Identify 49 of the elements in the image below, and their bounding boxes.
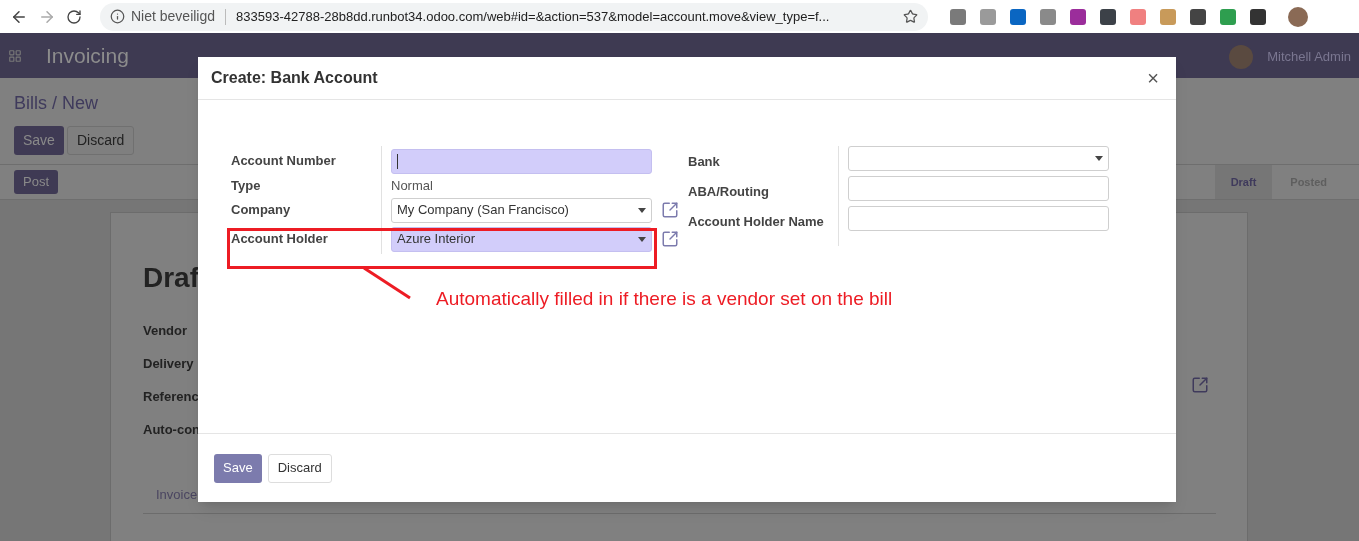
- external-link-icon[interactable]: [661, 230, 679, 248]
- address-bar[interactable]: Niet beveiligd 833593-42788-28b8dd.runbot34.odoo.com/web#id=&action=537&model=account.move&view_type=f...: [100, 2, 928, 31]
- field-label: Delivery: [143, 355, 195, 373]
- field-label: Bank: [688, 153, 720, 171]
- annotation-text: Automatically filled in if there is a vendor set on the bill: [436, 287, 893, 311]
- text-field[interactable]: [848, 176, 1109, 201]
- url-text: 833593-42788-28b8dd.runbot34.odoo.com/web#id=&action=537&model=account.move&view_type=f...: [236, 7, 831, 26]
- field-label: Account Holder: [231, 230, 328, 249]
- field-label: Account Holder Name: [688, 213, 824, 231]
- caret-icon: [1095, 156, 1103, 161]
- info-icon: [110, 9, 125, 24]
- caret-icon: [638, 236, 646, 242]
- post-button[interactable]: Post: [14, 170, 58, 194]
- field-label: Referenc: [143, 388, 200, 406]
- star-icon[interactable]: [903, 9, 918, 24]
- field-label: Auto-con: [143, 421, 202, 439]
- external-link-icon[interactable]: [661, 201, 679, 219]
- text-field[interactable]: [848, 206, 1109, 231]
- breadcrumb: Bills / New: [14, 93, 98, 113]
- discard-button[interactable]: Discard: [267, 453, 332, 483]
- text-field[interactable]: [391, 148, 652, 174]
- select-field[interactable]: My Company (San Francisco): [391, 197, 652, 223]
- select-field[interactable]: [848, 146, 1109, 171]
- field-label: Account Number: [231, 152, 336, 171]
- user-menu[interactable]: Mitchell Admin: [1267, 47, 1351, 67]
- security-label: Niet beveiligd: [131, 7, 216, 26]
- discard-button[interactable]: Discard: [66, 126, 135, 155]
- field-value: Normal: [391, 177, 433, 196]
- dialog-title: Create: Bank Account: [211, 68, 378, 88]
- leader-line: [362, 266, 412, 300]
- apps-menu-icon[interactable]: [8, 49, 22, 63]
- extension-icon[interactable]: [1070, 8, 1086, 25]
- field-label: Company: [231, 201, 291, 220]
- save-button[interactable]: Save: [214, 453, 262, 483]
- field-label: ABA/Routing: [688, 183, 769, 201]
- record-title: Draf: [143, 261, 199, 295]
- save-button[interactable]: Save: [14, 126, 64, 155]
- status-step[interactable]: Draft: [1214, 165, 1273, 199]
- field-label: Vendor: [143, 322, 189, 340]
- reload-icon[interactable]: [66, 8, 82, 25]
- profile-avatar[interactable]: [1288, 6, 1308, 27]
- extension-icon[interactable]: [1250, 8, 1266, 25]
- field-label: Type: [231, 177, 261, 196]
- extension-icon[interactable]: [1010, 8, 1026, 25]
- app-title: Invoicing: [46, 43, 129, 69]
- external-link-icon[interactable]: [1191, 376, 1209, 394]
- extension-icon[interactable]: [1190, 8, 1206, 25]
- close-button[interactable]: ×: [1143, 68, 1163, 88]
- extension-icon[interactable]: [1100, 8, 1116, 25]
